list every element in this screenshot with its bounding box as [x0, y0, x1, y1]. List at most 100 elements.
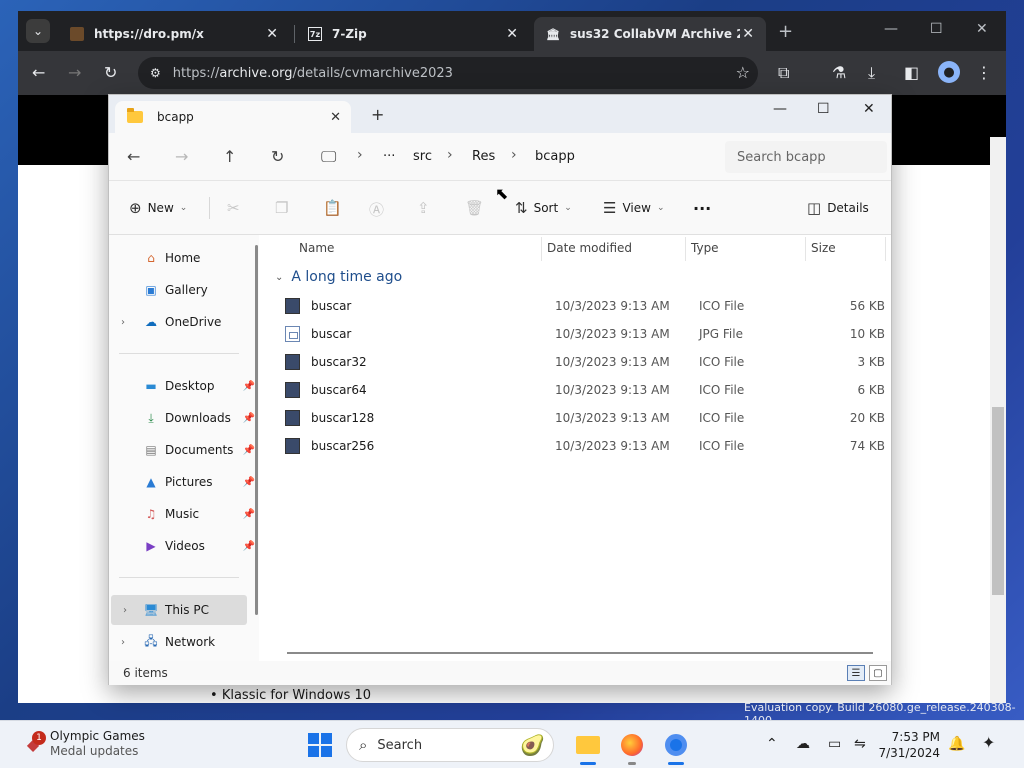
delete-icon[interactable]: 🗑 [465, 199, 484, 217]
tiles-view-button[interactable]: ▢ [869, 665, 887, 681]
more-options-button[interactable]: ··· [693, 199, 711, 218]
pin-icon[interactable]: 📌 [243, 541, 255, 552]
nav-item-videos[interactable]: ▶ Videos 📌 [109, 531, 259, 561]
pin-icon[interactable]: 📌 [243, 445, 255, 456]
details-button[interactable]: ◫ Details [807, 199, 869, 217]
pin-icon[interactable]: 📌 [243, 413, 255, 424]
site-info-icon[interactable]: ⚙ [150, 66, 161, 80]
page-scrollbar[interactable] [990, 137, 1006, 703]
group-header[interactable]: ⌄ A long time ago [275, 269, 402, 285]
chrome-taskbar-icon[interactable] [662, 731, 690, 765]
firefox-taskbar-icon[interactable] [618, 731, 646, 765]
close-icon[interactable]: ✕ [506, 26, 518, 42]
bookmark-star-icon[interactable]: ☆ [736, 63, 750, 82]
column-type[interactable]: Type [691, 241, 719, 255]
extensions-icon[interactable]: ⧉ [778, 63, 789, 83]
bell-icon[interactable]: 🔔 [948, 736, 965, 752]
download-icon[interactable]: ⤓ [868, 63, 875, 83]
labs-icon[interactable]: ⚗ [832, 63, 846, 82]
nav-item-downloads[interactable]: ⤓ Downloads 📌 [109, 403, 259, 433]
maximize-button[interactable]: ☐ [817, 101, 830, 117]
close-window-button[interactable]: ✕ [976, 21, 988, 37]
chevron-up-icon[interactable]: ⌃ [766, 736, 778, 752]
address-bar[interactable]: ⚙ https://archive.org/details/cvmarchive… [138, 57, 758, 89]
nav-item-gallery[interactable]: ▣ Gallery [109, 275, 259, 305]
clock[interactable]: 7:53 PM 7/31/2024 [868, 729, 940, 761]
new-tab-button[interactable]: + [778, 21, 793, 42]
view-button[interactable]: ☰ View ⌄ [603, 199, 664, 217]
computer-icon[interactable]: 🖵 [321, 147, 336, 167]
column-divider[interactable] [885, 237, 886, 261]
nav-item-this-pc[interactable]: › 🖥 This PC [111, 595, 247, 625]
maximize-button[interactable]: ☐ [930, 21, 943, 37]
tab-search-button[interactable]: ⌄ [26, 19, 50, 43]
details-view-button[interactable]: ☰ [847, 665, 865, 681]
column-divider[interactable] [805, 237, 806, 261]
nav-item-network[interactable]: › 🖧 Network [109, 627, 259, 657]
column-divider[interactable] [541, 237, 542, 261]
minimize-button[interactable]: — [773, 101, 787, 117]
file-row[interactable]: buscar 10/3/2023 9:13 AM ICO File 56 KB [281, 293, 885, 321]
widgets-button[interactable]: ◆ 1 Olympic Games Medal updates [22, 729, 145, 759]
chevron-right-icon[interactable]: › [123, 605, 127, 616]
up-button[interactable]: ↑ [223, 147, 236, 166]
close-window-button[interactable]: ✕ [863, 101, 875, 117]
file-explorer-taskbar-icon[interactable] [574, 731, 602, 765]
nav-item-pictures[interactable]: ▲ Pictures 📌 [109, 467, 259, 497]
start-button[interactable] [308, 733, 332, 757]
network-status-icon[interactable]: ⇋ [854, 736, 866, 752]
file-row[interactable]: buscar32 10/3/2023 9:13 AM ICO File 3 KB [281, 349, 885, 377]
column-size[interactable]: Size [811, 241, 836, 255]
forward-button[interactable]: → [68, 63, 81, 82]
file-row[interactable]: buscar256 10/3/2023 9:13 AM ICO File 74 … [281, 433, 885, 461]
copy-icon[interactable]: ❐ [275, 199, 288, 217]
paste-icon[interactable]: 📋 [323, 199, 342, 217]
copilot-icon[interactable]: ✦ [982, 733, 995, 752]
share-icon[interactable]: ⇪ [417, 199, 430, 217]
explorer-tab[interactable]: bcapp ✕ [115, 101, 351, 133]
display-icon[interactable]: ▭ [828, 736, 841, 752]
nav-item-desktop[interactable]: ▬ Desktop 📌 [109, 371, 259, 401]
taskbar-search[interactable]: ⌕ Search 🥑 [346, 728, 554, 762]
breadcrumb-res[interactable]: Res [472, 149, 495, 164]
close-icon[interactable]: ✕ [266, 26, 278, 42]
column-date[interactable]: Date modified [547, 241, 632, 255]
nav-item-music[interactable]: ♫ Music 📌 [109, 499, 259, 529]
scrollbar-thumb[interactable] [992, 407, 1004, 595]
breadcrumb-src[interactable]: src [413, 149, 432, 164]
new-button[interactable]: ⊕ New ⌄ [129, 199, 187, 217]
reload-button[interactable]: ↻ [104, 63, 117, 82]
side-panel-icon[interactable]: ◧ [904, 63, 919, 82]
nav-item-home[interactable]: ⌂ Home [109, 243, 259, 273]
new-tab-button[interactable]: + [371, 105, 384, 124]
browser-tab-dropm[interactable]: https://dro.pm/x ✕ [58, 17, 290, 51]
chevron-right-icon[interactable]: › [121, 317, 125, 328]
cut-icon[interactable]: ✂ [227, 199, 240, 217]
nav-item-onedrive[interactable]: › ☁ OneDrive [109, 307, 259, 337]
nav-scrollbar[interactable] [255, 245, 258, 615]
profile-avatar[interactable]: ● [938, 61, 960, 83]
onedrive-status-icon[interactable]: ☁ [796, 736, 810, 752]
rename-icon[interactable]: Ⓐ [369, 199, 384, 220]
file-row[interactable]: buscar64 10/3/2023 9:13 AM ICO File 6 KB [281, 377, 885, 405]
column-divider[interactable] [685, 237, 686, 261]
chevron-right-icon[interactable]: › [121, 637, 125, 648]
close-icon[interactable]: ✕ [330, 110, 341, 125]
sort-button[interactable]: ⇅ Sort ⌄ [515, 199, 572, 217]
close-icon[interactable]: ✕ [742, 26, 754, 42]
horizontal-scrollbar[interactable] [287, 652, 873, 654]
back-button[interactable]: ← [127, 147, 140, 166]
refresh-button[interactable]: ↻ [271, 147, 284, 166]
forward-button[interactable]: → [175, 147, 188, 166]
browser-tab-7zip[interactable]: 7z 7-Zip ✕ [296, 17, 530, 51]
back-button[interactable]: ← [32, 63, 45, 82]
file-row[interactable]: buscar128 10/3/2023 9:13 AM ICO File 20 … [281, 405, 885, 433]
nav-item-documents[interactable]: ▤ Documents 📌 [109, 435, 259, 465]
file-row[interactable]: buscar 10/3/2023 9:13 AM JPG File 10 KB [281, 321, 885, 349]
browser-tab-archive[interactable]: 🏛 sus32 CollabVM Archive 2023 ✕ [534, 17, 766, 51]
minimize-button[interactable]: — [884, 21, 898, 37]
column-name[interactable]: Name [299, 241, 334, 255]
pin-icon[interactable]: 📌 [243, 477, 255, 488]
pin-icon[interactable]: 📌 [243, 509, 255, 520]
search-input[interactable]: Search bcapp [725, 141, 887, 173]
